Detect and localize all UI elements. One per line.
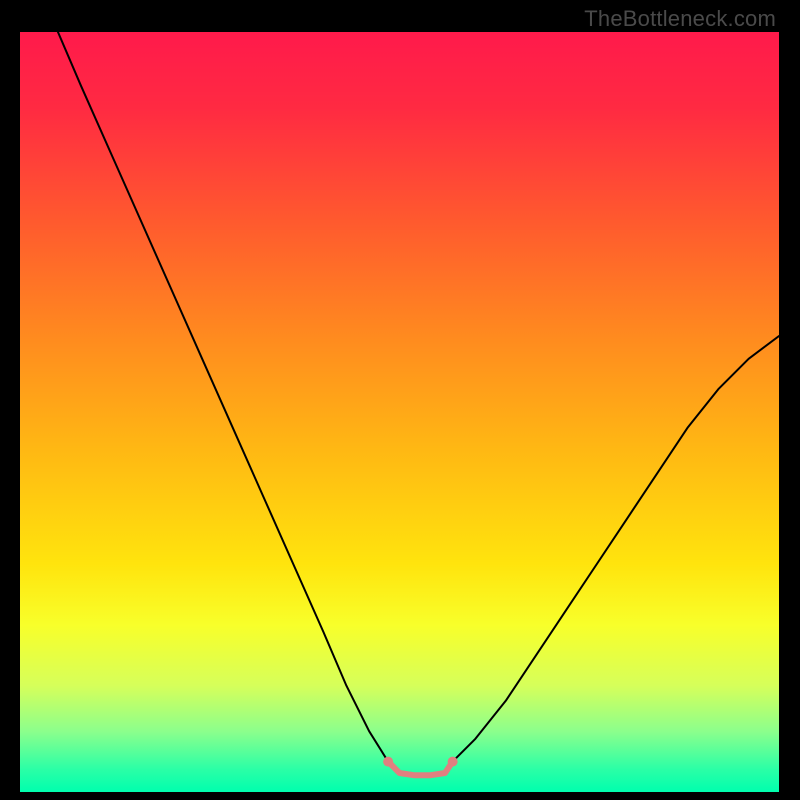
marker-right-dot bbox=[448, 757, 458, 767]
watermark-text: TheBottleneck.com bbox=[584, 6, 776, 32]
chart-frame bbox=[20, 32, 779, 792]
bottleneck-chart bbox=[20, 32, 779, 792]
gradient-background bbox=[20, 32, 779, 792]
marker-left-dot bbox=[383, 757, 393, 767]
